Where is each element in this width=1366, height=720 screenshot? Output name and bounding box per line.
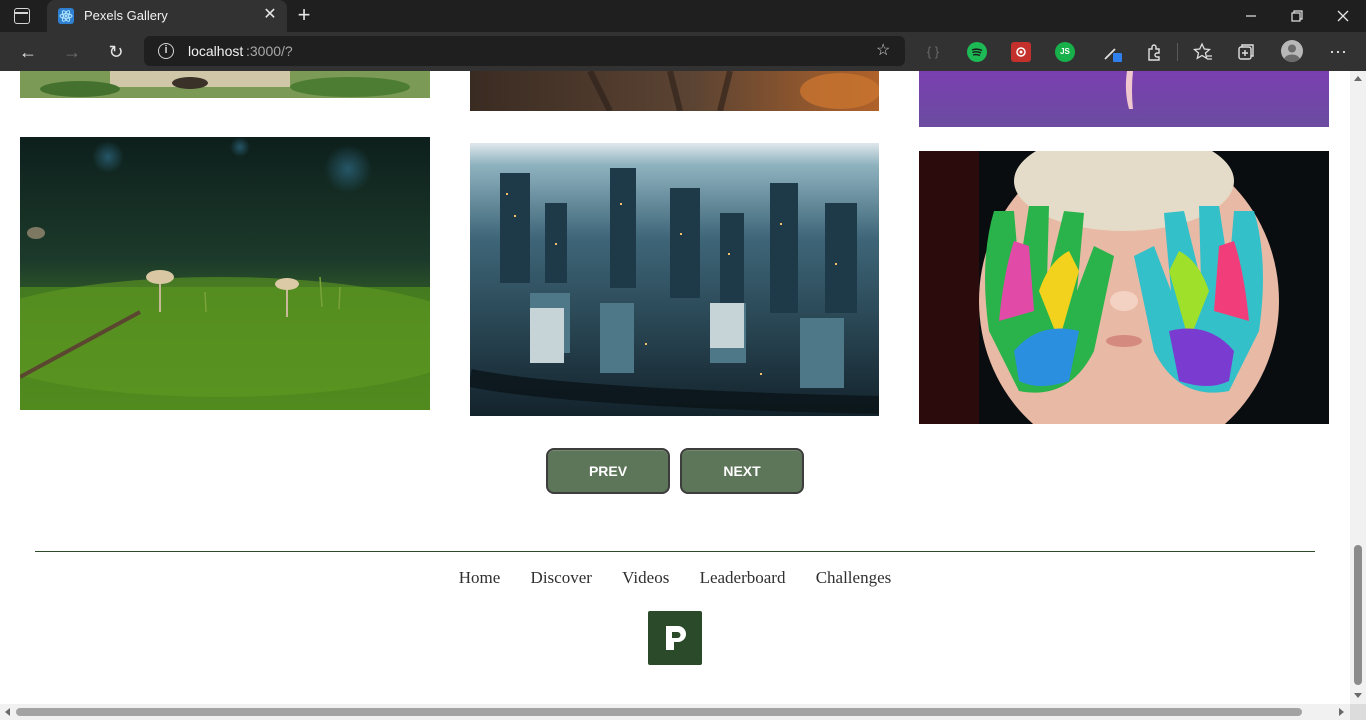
footer-link-videos[interactable]: Videos [622,568,669,588]
window-close-button[interactable] [1320,0,1366,32]
scroll-down-arrow-icon[interactable] [1354,693,1362,698]
url-path: :3000/? [246,43,293,59]
tab-actions-icon[interactable] [14,8,30,24]
json-viewer-extension-icon[interactable]: { } [922,41,944,63]
footer-nav: Home Discover Videos Leaderboard Challen… [0,568,1350,588]
extensions-icon[interactable] [1143,41,1165,63]
prev-page-button[interactable]: PREV [546,448,670,494]
add-favorite-icon[interactable]: ☆ [876,42,894,60]
footer-link-discover[interactable]: Discover [531,568,592,588]
browser-tab-bar: Pexels Gallery ✕ + [0,0,1366,32]
spotify-extension-icon[interactable] [967,42,987,62]
scroll-up-arrow-icon[interactable] [1354,76,1362,81]
scroll-right-arrow-icon[interactable] [1339,708,1344,716]
page-viewport: PREV NEXT Home Discover Videos Leaderboa… [0,71,1350,704]
collections-icon[interactable] [1235,41,1257,63]
footer-link-home[interactable]: Home [459,568,501,588]
favorites-icon[interactable] [1191,41,1213,63]
photo-forest-floor-top[interactable] [20,71,430,98]
browser-toolbar: ← → ↻ i localhost :3000/? ☆ { } JS ⋯ [0,32,1366,71]
react-favicon-icon [58,8,74,24]
photo-purple-ballet-top[interactable] [919,71,1329,127]
footer-divider [35,551,1315,552]
address-bar[interactable]: i localhost :3000/? ☆ [144,36,905,66]
horizontal-scrollbar[interactable] [0,704,1350,720]
url-host: localhost [188,43,244,59]
settings-menu-icon[interactable]: ⋯ [1327,41,1349,63]
forward-button[interactable]: → [60,40,84,64]
back-button[interactable]: ← [16,40,40,64]
profile-avatar[interactable] [1281,40,1303,62]
vertical-scrollbar[interactable] [1350,71,1366,704]
next-page-button[interactable]: NEXT [680,448,804,494]
color-picker-extension-icon[interactable] [1101,41,1123,63]
pexels-logo[interactable] [648,611,702,665]
js-extension-icon[interactable]: JS [1055,42,1075,62]
site-info-icon[interactable]: i [158,43,174,59]
photo-painted-hands[interactable] [919,151,1329,424]
pexels-logo-icon [666,626,686,650]
vertical-scroll-thumb[interactable] [1354,545,1362,685]
toolbar-divider [1177,43,1178,61]
photo-forest-path-top[interactable] [470,71,879,111]
restore-button[interactable] [1274,0,1320,32]
photo-mushrooms-moss[interactable] [20,137,430,410]
minimize-button[interactable] [1228,0,1274,32]
scrollbar-corner [1350,704,1366,720]
footer-link-challenges[interactable]: Challenges [816,568,892,588]
tab-title: Pexels Gallery [84,8,168,23]
tab-close-icon[interactable]: ✕ [261,6,279,24]
scroll-left-arrow-icon[interactable] [5,708,10,716]
photo-city-aerial[interactable] [470,143,879,416]
new-tab-button[interactable]: + [294,4,314,26]
horizontal-scroll-thumb[interactable] [16,708,1302,716]
browser-tab-active[interactable]: Pexels Gallery ✕ [47,0,287,32]
red-extension-icon[interactable] [1011,42,1031,62]
footer-link-leaderboard[interactable]: Leaderboard [700,568,786,588]
reload-button[interactable]: ↻ [104,40,128,64]
